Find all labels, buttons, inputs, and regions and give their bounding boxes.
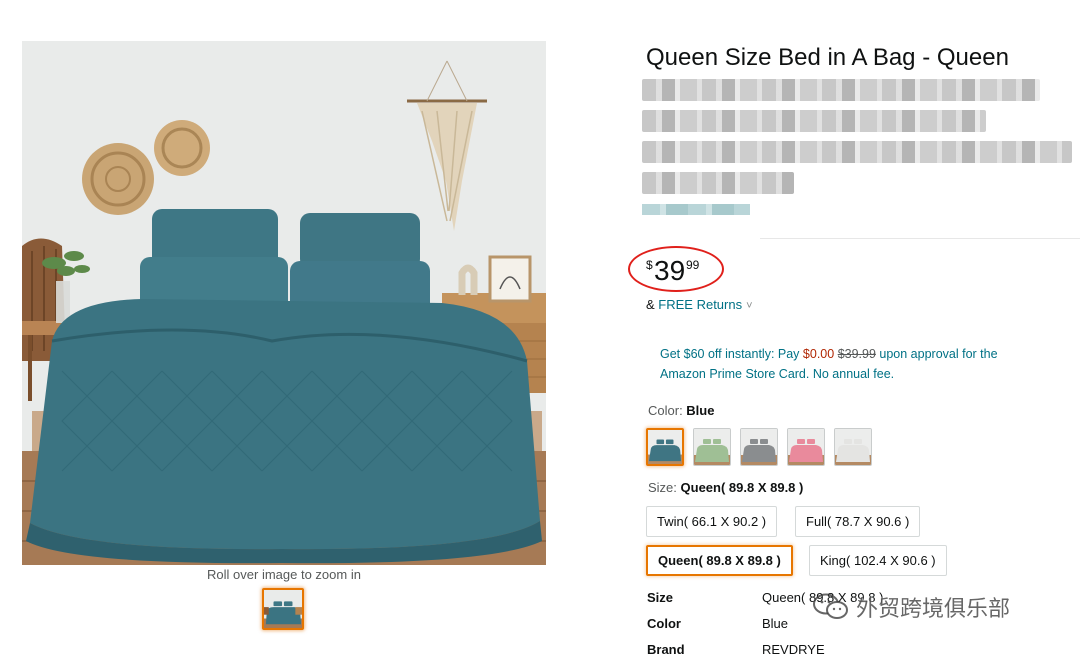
color-swatch-grey[interactable]	[740, 428, 778, 466]
free-returns-link[interactable]: FREE Returns	[658, 297, 742, 312]
color-swatch-blue[interactable]	[646, 428, 684, 466]
watermark-text: 外贸跨境俱乐部	[856, 597, 1011, 622]
size-label-text: Size:	[648, 480, 681, 495]
size-option-twin[interactable]: Twin( 66.1 X 90.2 )	[646, 506, 778, 537]
size-option-full[interactable]: Full( 78.7 X 90.6 )	[795, 506, 921, 537]
size-option-king[interactable]: King( 102.4 X 90.6 )	[809, 545, 947, 576]
chevron-down-icon[interactable]: ˅	[746, 300, 752, 312]
size-option-queen[interactable]: Queen( 89.8 X 89.8 )	[646, 545, 793, 576]
wechat-icon	[813, 593, 848, 619]
promo-pay-price: $0.00	[802, 347, 835, 361]
promo-suffix: upon approval for the	[875, 347, 998, 361]
spec-value-color: Blue	[762, 616, 789, 631]
redacted-description-line	[642, 172, 794, 194]
spec-key-color: Color	[647, 616, 681, 631]
promo-was-price: $39.99	[837, 347, 876, 361]
card-promo[interactable]: Get $60 off instantly: Pay $0.00 $39.99 …	[660, 344, 1040, 384]
swatch-bed-icon	[648, 430, 682, 464]
swatch-bed-icon	[835, 429, 871, 465]
product-title: Queen Size Bed in A Bag - Queen	[646, 44, 1009, 71]
thumbnail-bed-icon	[264, 590, 302, 628]
redacted-description-line	[642, 110, 986, 132]
color-label: Color: Blue	[648, 403, 714, 418]
redacted-description-line	[642, 141, 1072, 163]
price-annotation-circle	[628, 246, 724, 292]
color-swatch-pink[interactable]	[787, 428, 825, 466]
watermark: 外贸跨境俱乐部	[812, 591, 1010, 623]
zoom-hint: Roll over image to zoom in	[207, 567, 361, 582]
returns-prefix: &	[646, 297, 659, 312]
image-thumbnail[interactable]	[262, 588, 304, 630]
color-swatch-green[interactable]	[693, 428, 731, 466]
spec-key-brand: Brand	[647, 642, 685, 656]
redacted-description-line	[642, 79, 1040, 101]
swatch-bed-icon	[788, 429, 824, 465]
color-swatch-white[interactable]	[834, 428, 872, 466]
section-divider	[760, 238, 1080, 239]
bed-photo	[22, 41, 546, 565]
promo-prefix: Get $60 off instantly: Pay	[660, 347, 803, 361]
swatch-bed-icon	[741, 429, 777, 465]
spec-key-size: Size	[647, 590, 674, 605]
redacted-store-link[interactable]	[642, 204, 750, 215]
color-label-text: Color:	[648, 403, 687, 418]
color-selected: Blue	[686, 403, 715, 418]
spec-value-brand: REVDRYE	[762, 642, 825, 656]
swatch-bed-icon	[694, 429, 730, 465]
free-returns: & FREE Returns ˅	[646, 297, 753, 312]
promo-line2: Amazon Prime Store Card. No annual fee.	[660, 367, 895, 381]
size-label: Size: Queen( 89.8 X 89.8 )	[648, 480, 803, 495]
size-selected: Queen( 89.8 X 89.8 )	[680, 480, 804, 495]
main-product-image[interactable]	[22, 41, 546, 565]
